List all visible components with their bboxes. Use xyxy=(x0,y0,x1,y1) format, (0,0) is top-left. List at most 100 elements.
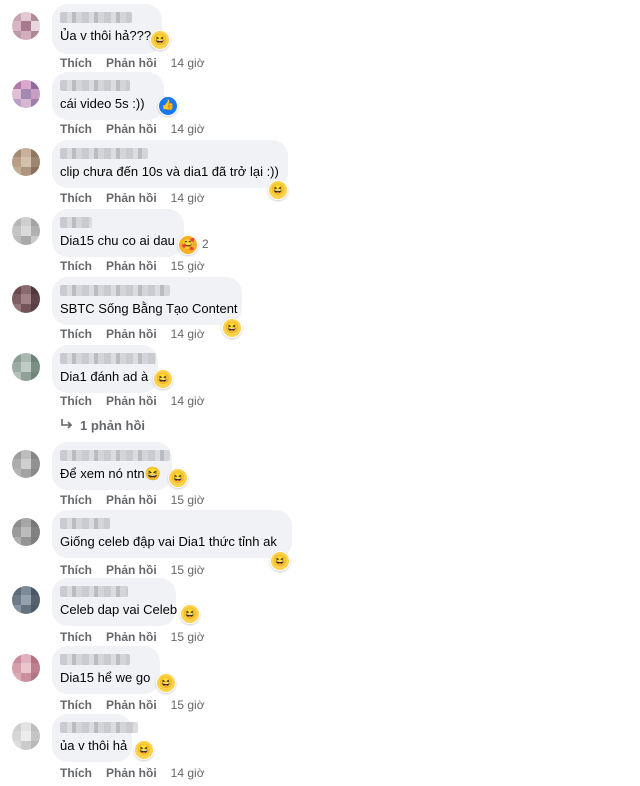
comment-text: Celeb dap vai Celeb xyxy=(60,602,178,617)
reply-button[interactable]: Phản hồi xyxy=(106,563,157,577)
replies-count-label[interactable]: 1 phản hồi xyxy=(80,418,145,433)
avatar[interactable] xyxy=(12,353,40,381)
author-name-blurred[interactable] xyxy=(60,518,110,529)
comment-bubble: Dia15 hể we go xyxy=(52,646,160,694)
comment-actions: Thích Phản hồi 15 giờ xyxy=(60,259,205,273)
reply-button[interactable]: Phản hồi xyxy=(106,766,157,780)
comment-bubble: Để xem nó ntn😆 xyxy=(52,442,172,490)
like-button[interactable]: Thích xyxy=(60,698,92,712)
avatar[interactable] xyxy=(12,450,40,478)
comment-timestamp[interactable]: 15 giờ xyxy=(171,259,205,273)
comment-bubble: SBTC Sống Bằng Tạo Content xyxy=(52,277,242,325)
comment-timestamp[interactable]: 15 giờ xyxy=(171,563,205,577)
comment-timestamp[interactable]: 15 giờ xyxy=(171,630,205,644)
comment-bubble: Dia1 đánh ad à xyxy=(52,345,158,393)
avatar[interactable] xyxy=(12,518,40,546)
author-name-blurred[interactable] xyxy=(60,217,92,228)
author-name-blurred[interactable] xyxy=(60,80,130,91)
comment-actions: Thích Phản hồi 15 giờ xyxy=(60,630,205,644)
comment-timestamp[interactable]: 15 giờ xyxy=(171,698,205,712)
like-button[interactable]: Thích xyxy=(60,563,92,577)
comment-actions: Thích Phản hồi 15 giờ xyxy=(60,493,205,507)
like-button[interactable]: Thích xyxy=(60,630,92,644)
avatar[interactable] xyxy=(12,148,40,176)
comment-text: Ủa v thôi hả??? xyxy=(60,28,152,43)
like-button[interactable]: Thích xyxy=(60,56,92,70)
comment-bubble: Giống celeb đập vai Dia1 thức tỉnh ak xyxy=(52,510,292,558)
reply-button[interactable]: Phản hồi xyxy=(106,259,157,273)
comment-timestamp[interactable]: 14 giờ xyxy=(171,56,205,70)
comment-bubble: ủa v thôi hả xyxy=(52,714,138,762)
comment-timestamp[interactable]: 14 giờ xyxy=(171,122,205,136)
avatar[interactable] xyxy=(12,12,40,40)
comment-actions: Thích Phản hồi 14 giờ xyxy=(60,766,205,780)
comment-actions: Thích Phản hồi 14 giờ xyxy=(60,191,205,205)
reply-button[interactable]: Phản hồi xyxy=(106,493,157,507)
haha-icon[interactable]: 😆 xyxy=(270,551,290,571)
author-name-blurred[interactable] xyxy=(60,353,156,364)
reply-button[interactable]: Phản hồi xyxy=(106,56,157,70)
comment-timestamp[interactable]: 14 giờ xyxy=(171,191,205,205)
reply-button[interactable]: Phản hồi xyxy=(106,327,157,341)
author-name-blurred[interactable] xyxy=(60,654,130,665)
haha-icon[interactable]: 😆 xyxy=(168,468,188,488)
comment-timestamp[interactable]: 14 giờ xyxy=(171,327,205,341)
comment-actions: Thích Phản hồi 14 giờ xyxy=(60,327,205,341)
author-name-blurred[interactable] xyxy=(60,586,128,597)
reply-button[interactable]: Phản hồi xyxy=(106,191,157,205)
reply-button[interactable]: Phản hồi xyxy=(106,630,157,644)
like-button[interactable]: Thích xyxy=(60,493,92,507)
care-icon[interactable]: 🥰 xyxy=(178,235,198,255)
avatar[interactable] xyxy=(12,586,40,614)
haha-icon[interactable]: 😆 xyxy=(156,673,176,693)
haha-icon[interactable]: 😆 xyxy=(180,604,200,624)
comment-actions: Thích Phản hồi 15 giờ xyxy=(60,563,205,577)
comment-bubble: cái video 5s :)) xyxy=(52,72,164,120)
comment-actions: Thích Phản hồi 14 giờ xyxy=(60,394,205,408)
comment-text: SBTC Sống Bằng Tạo Content xyxy=(60,301,238,316)
avatar[interactable] xyxy=(12,217,40,245)
avatar[interactable] xyxy=(12,654,40,682)
comment-bubble: clip chưa đến 10s và dia1 đã trở lại :)) xyxy=(52,140,288,188)
haha-icon[interactable]: 😆 xyxy=(222,318,242,338)
like-icon[interactable]: 👍 xyxy=(158,96,178,116)
avatar[interactable] xyxy=(12,80,40,108)
comment-timestamp[interactable]: 15 giờ xyxy=(171,493,205,507)
avatar[interactable] xyxy=(12,722,40,750)
haha-icon[interactable]: 😆 xyxy=(134,740,154,760)
comment-text: ủa v thôi hả xyxy=(60,738,128,753)
haha-icon[interactable]: 😆 xyxy=(153,369,173,389)
comment-text: clip chưa đến 10s và dia1 đã trở lại :)) xyxy=(60,164,279,179)
author-name-blurred[interactable] xyxy=(60,12,132,23)
comment-actions: Thích Phản hồi 14 giờ xyxy=(60,122,205,136)
comment-actions: Thích Phản hồi 14 giờ xyxy=(60,56,205,70)
like-button[interactable]: Thích xyxy=(60,766,92,780)
reply-button[interactable]: Phản hồi xyxy=(106,122,157,136)
author-name-blurred[interactable] xyxy=(60,450,170,461)
comment-bubble: Ủa v thôi hả??? xyxy=(52,4,162,54)
like-button[interactable]: Thích xyxy=(60,394,92,408)
reply-button[interactable]: Phản hồi xyxy=(106,394,157,408)
comment-actions: Thích Phản hồi 15 giờ xyxy=(60,698,205,712)
comment-bubble: Celeb dap vai Celeb xyxy=(52,578,178,626)
reply-arrow-icon xyxy=(60,418,74,433)
comment-text: Dia15 chu co ai dau xyxy=(60,233,175,248)
comment-timestamp[interactable]: 14 giờ xyxy=(171,766,205,780)
author-name-blurred[interactable] xyxy=(60,148,148,159)
avatar[interactable] xyxy=(12,285,40,313)
comment-bubble: Dia15 chu co ai dau xyxy=(52,209,184,257)
like-button[interactable]: Thích xyxy=(60,122,92,136)
reaction-count[interactable]: 2 xyxy=(202,237,209,251)
like-button[interactable]: Thích xyxy=(60,259,92,273)
like-button[interactable]: Thích xyxy=(60,191,92,205)
haha-icon[interactable]: 😆 xyxy=(150,30,170,50)
author-name-blurred[interactable] xyxy=(60,285,170,296)
comment-timestamp[interactable]: 14 giờ xyxy=(171,394,205,408)
reply-button[interactable]: Phản hồi xyxy=(106,698,157,712)
view-replies-link[interactable]: 1 phản hồi xyxy=(60,418,145,433)
like-button[interactable]: Thích xyxy=(60,327,92,341)
comment-text: cái video 5s :)) xyxy=(60,96,145,111)
author-name-blurred[interactable] xyxy=(60,722,138,733)
haha-icon[interactable]: 😆 xyxy=(268,180,288,200)
comment-text: Dia15 hể we go xyxy=(60,670,151,685)
